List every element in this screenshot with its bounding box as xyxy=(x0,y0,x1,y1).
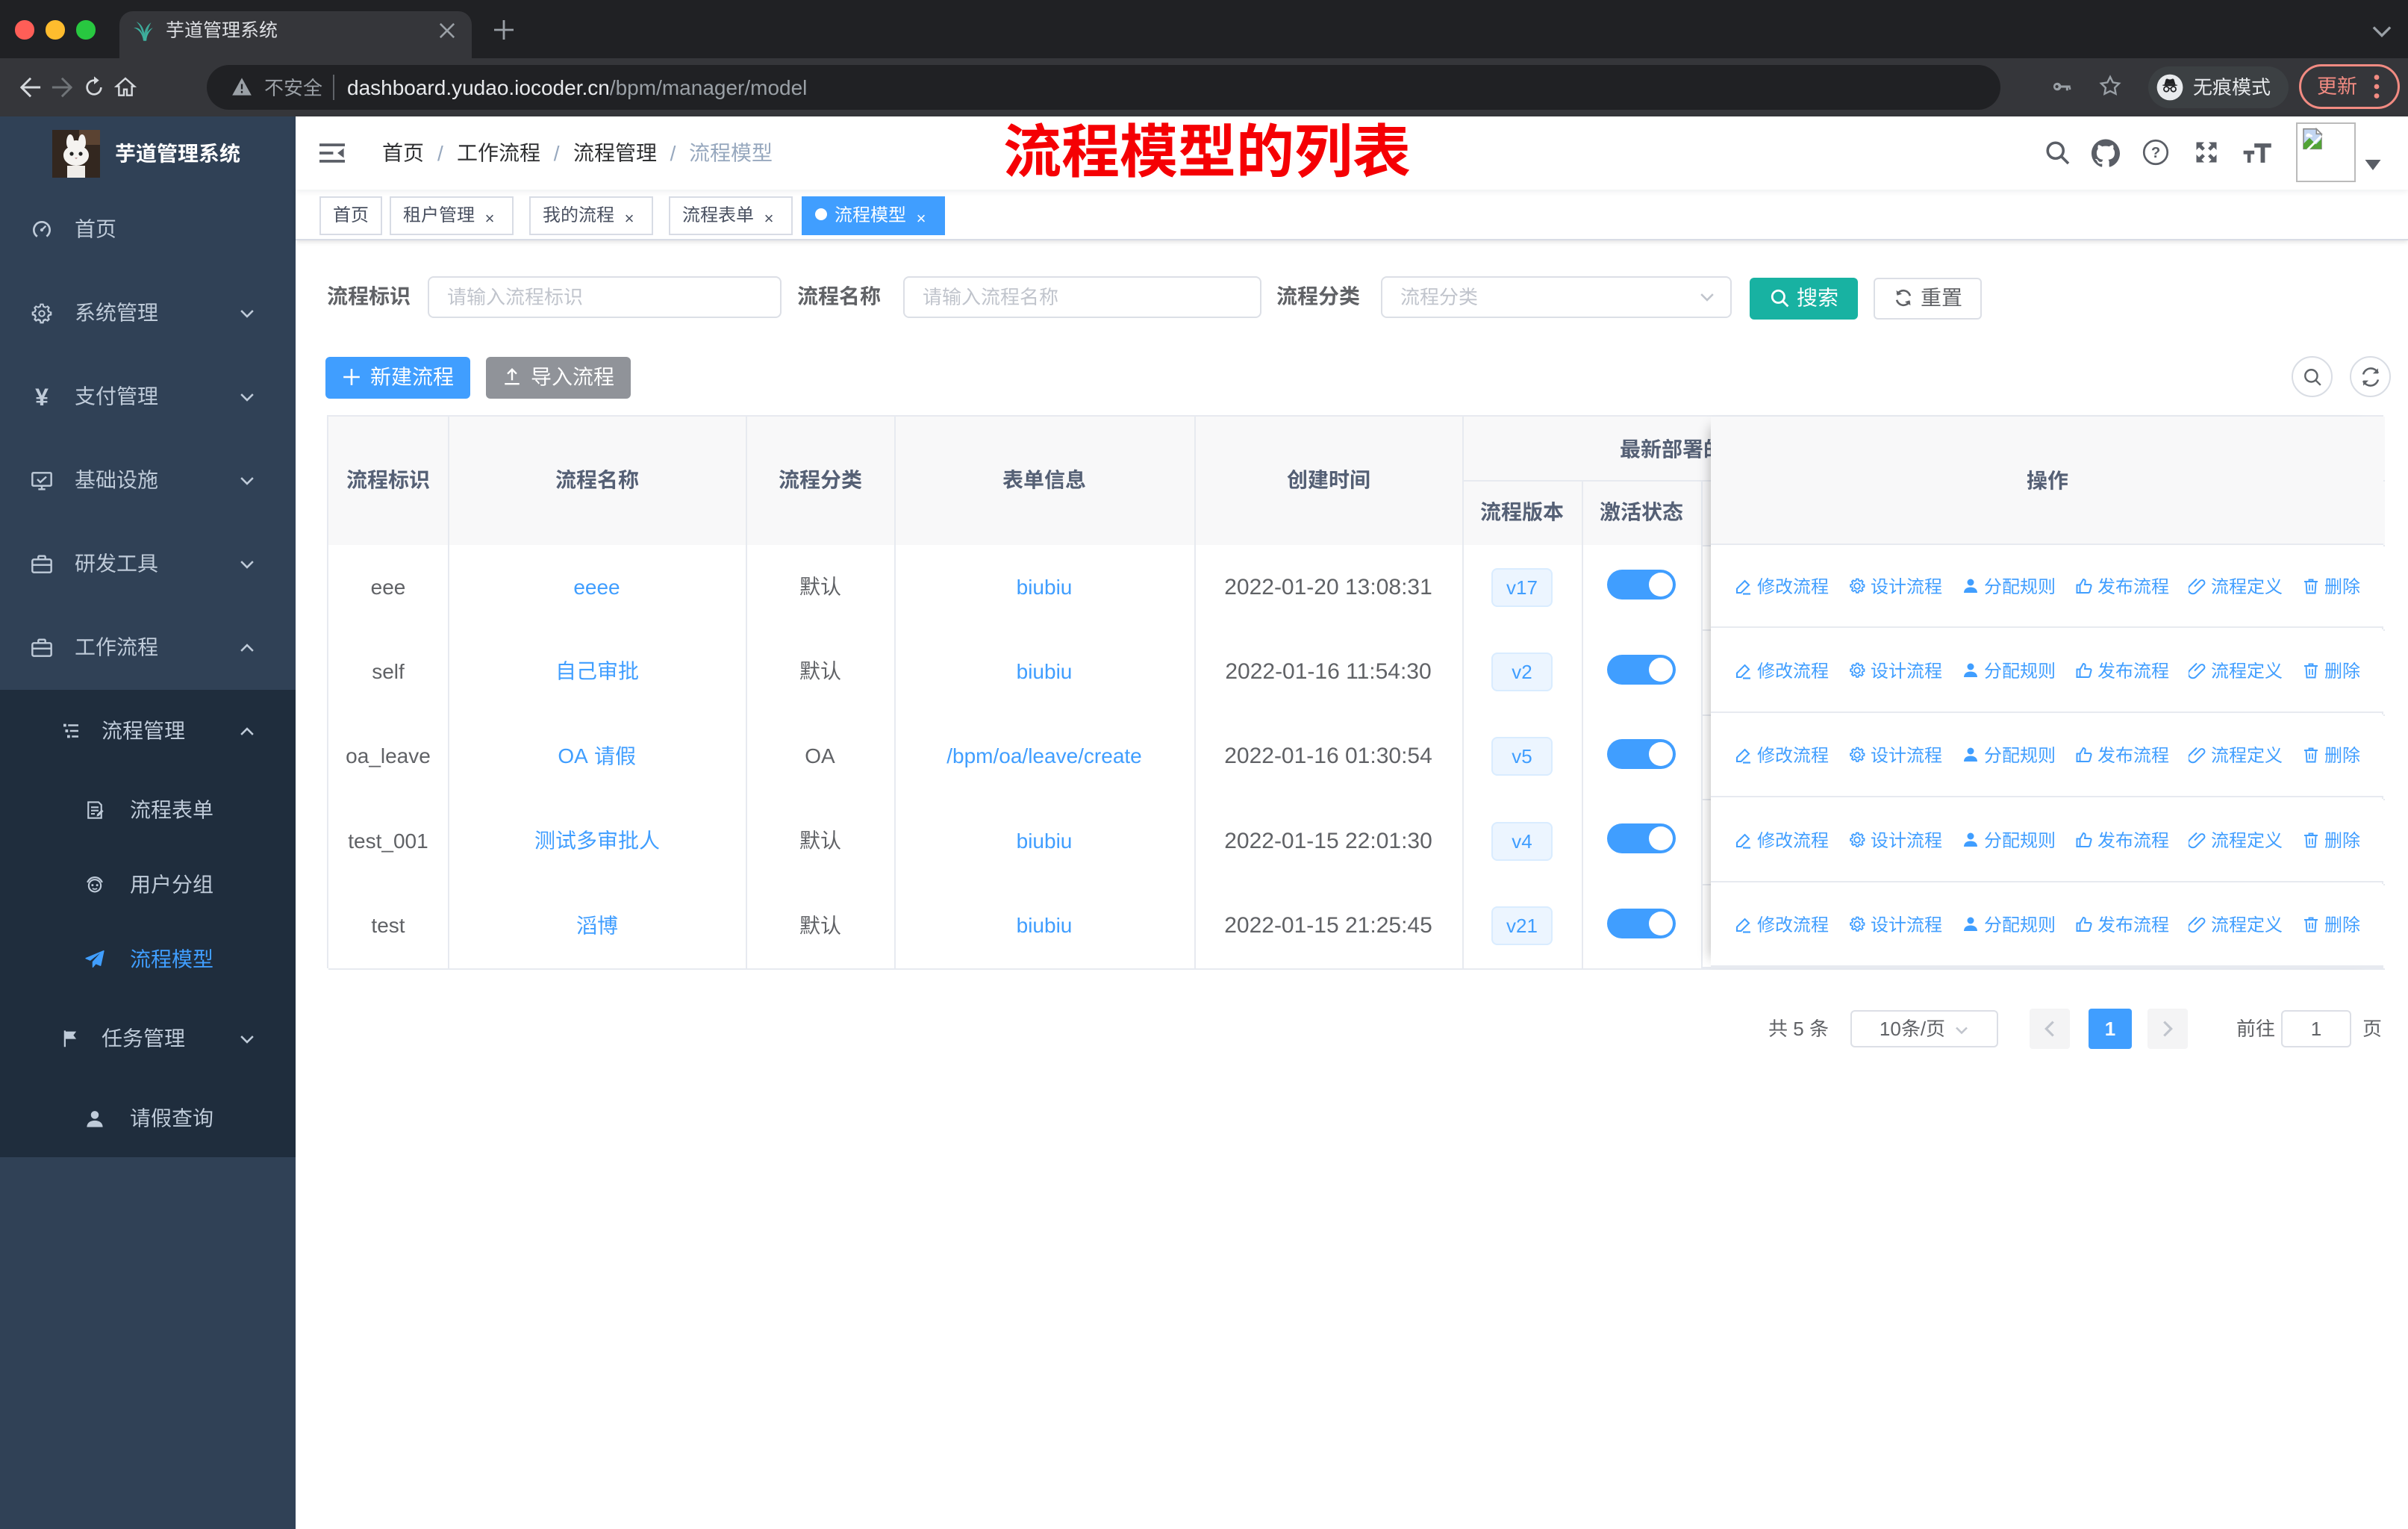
svg-text:?: ? xyxy=(2151,145,2160,161)
